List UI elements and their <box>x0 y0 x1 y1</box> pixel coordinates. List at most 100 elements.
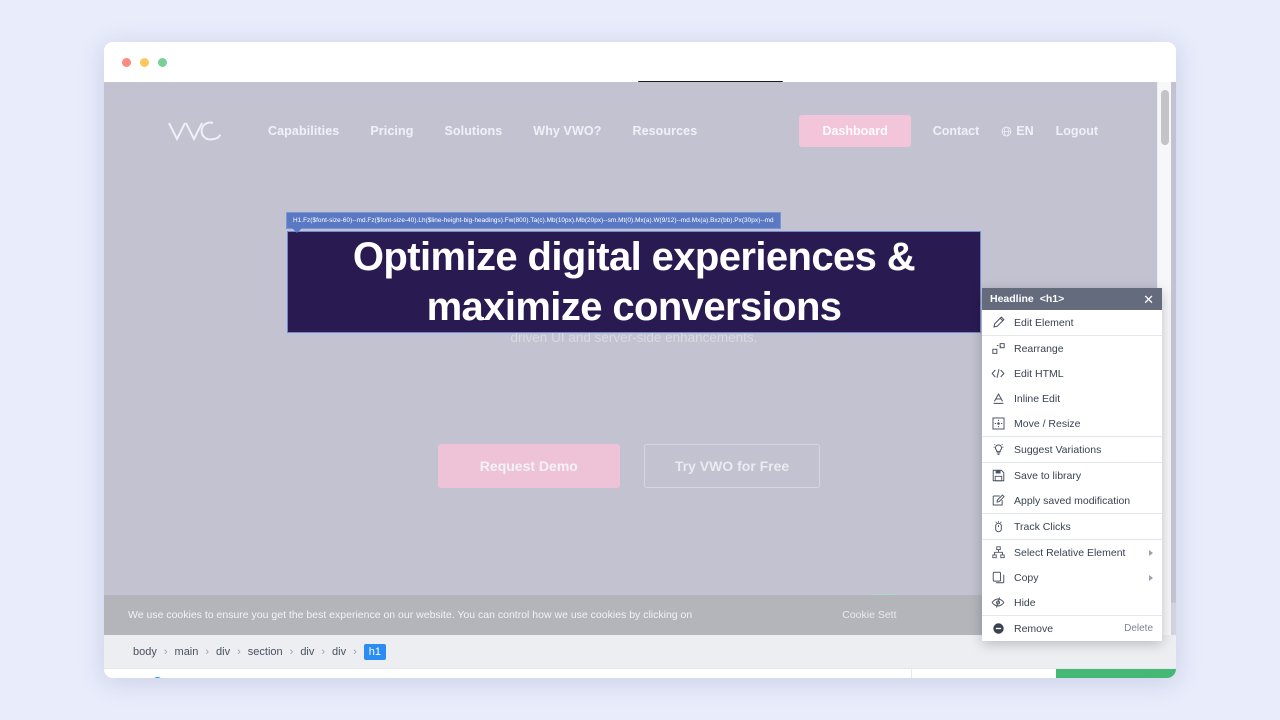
help-button[interactable]: HELP <box>633 669 685 679</box>
request-demo-button[interactable]: Request Demo <box>437 444 620 488</box>
lightbulb-icon <box>991 443 1005 457</box>
headline-line-2: maximize conversions <box>426 285 842 329</box>
nav-link-why-vwo[interactable]: Why VWO? <box>533 124 601 138</box>
breadcrumb-item-div-3[interactable]: div <box>325 646 353 658</box>
nav-link-logout[interactable]: Logout <box>1056 124 1098 138</box>
menu-item-remove[interactable]: Remove Delete <box>982 616 1162 641</box>
save-and-continue-button[interactable]: SAVE AND CONTINUE <box>1055 669 1176 678</box>
menu-item-track-clicks[interactable]: Track Clicks <box>982 514 1162 539</box>
menu-item-copy[interactable]: Copy <box>982 565 1162 590</box>
undo-button[interactable]: UNDO <box>218 669 258 679</box>
text-underline-icon <box>991 392 1005 406</box>
undo-arrow-icon <box>230 678 246 679</box>
pencil-icon <box>991 316 1005 330</box>
window-minimize-dot[interactable] <box>140 57 149 67</box>
redo-arrow-icon <box>270 678 286 679</box>
menu-item-label: Copy <box>1014 571 1039 584</box>
gear-icon <box>539 678 554 679</box>
breadcrumb-item-body[interactable]: body <box>126 646 164 658</box>
desktop-device-button[interactable]: DESKTOP <box>355 669 413 679</box>
chevron-left-icon[interactable] <box>104 669 143 678</box>
chevron-right-icon <box>1149 549 1153 556</box>
dashboard-button[interactable]: Dashboard <box>799 115 911 147</box>
window-maximize-dot[interactable] <box>158 57 167 67</box>
menu-item-label: Inline Edit <box>1014 392 1061 405</box>
breadcrumb-item-div-1[interactable]: div <box>209 646 237 658</box>
mode-toggle-group: DESIGN NAVIGATE <box>143 669 218 678</box>
menu-item-hide[interactable]: Hide <box>982 590 1162 615</box>
mode-option-design[interactable]: DESIGN <box>147 674 218 678</box>
breadcrumb-separator: › <box>353 645 357 658</box>
main-tool-group: DESKTOP CODE HISTORY SETTINGS <box>355 669 685 678</box>
try-vwo-free-button[interactable]: Try VWO for Free <box>643 444 821 488</box>
redo-button[interactable]: REDO <box>258 669 298 679</box>
menu-item-label: Move / Resize <box>1014 417 1081 430</box>
menu-item-label: Suggest Variations <box>1014 443 1102 456</box>
radio-design[interactable] <box>152 676 163 678</box>
cookie-settings-link[interactable]: Cookie Sett <box>842 609 896 621</box>
language-label: EN <box>1016 124 1034 138</box>
code-icon <box>991 367 1005 381</box>
nav-link-capabilities[interactable]: Capabilities <box>268 124 339 138</box>
nav-link-contact[interactable]: Contact <box>933 124 980 138</box>
nav-links-group: Capabilities Pricing Solutions Why VWO? … <box>268 124 697 138</box>
save-icon <box>312 678 325 679</box>
language-selector[interactable]: EN <box>1001 124 1034 138</box>
menu-item-move-resize[interactable]: Move / Resize <box>982 411 1162 436</box>
menu-item-rearrange[interactable]: Rearrange <box>982 336 1162 361</box>
menu-item-suggest-variations[interactable]: Suggest Variations <box>982 437 1162 462</box>
menu-item-label: Edit Element <box>1014 316 1074 329</box>
window-close-dot[interactable] <box>122 57 131 67</box>
menu-item-inline-edit[interactable]: Inline Edit <box>982 386 1162 411</box>
breadcrumb-item-div-2[interactable]: div <box>293 646 321 658</box>
code-brackets-icon <box>431 678 448 679</box>
hierarchy-icon <box>991 546 1005 560</box>
menu-item-label: Remove <box>1014 622 1054 635</box>
menu-item-edit-element[interactable]: Edit Element <box>982 310 1162 335</box>
element-context-menu: Headline <h1> ✕ Edit Element Rearrange E… <box>982 288 1162 641</box>
globe-icon <box>1001 126 1012 136</box>
menu-item-select-relative-element[interactable]: Select Relative Element <box>982 540 1162 565</box>
cookie-banner-text: We use cookies to ensure you get the bes… <box>128 609 693 621</box>
preview-scrollbar-thumb[interactable] <box>1161 90 1169 145</box>
nav-right-group: Dashboard Contact EN Logout <box>799 115 1098 147</box>
library-grid-icon <box>596 678 612 679</box>
selected-headline-element[interactable]: Optimize digital experiences & maximize … <box>287 231 981 333</box>
menu-item-label: Edit HTML <box>1014 367 1064 380</box>
code-button[interactable]: CODE <box>413 669 465 679</box>
editor-bottom-toolbar: DESIGN NAVIGATE UNDO REDO <box>104 668 1176 678</box>
mode-label-design: DESIGN <box>169 677 203 678</box>
menu-item-label: Track Clicks <box>1014 520 1071 533</box>
vwo-logo-icon[interactable] <box>166 118 224 144</box>
minus-circle-icon <box>991 622 1005 636</box>
menu-item-apply-saved-modification[interactable]: Apply saved modification <box>982 488 1162 513</box>
context-menu-header: Headline <h1> ✕ <box>982 288 1162 310</box>
headline-line-1: Optimize digital experiences & <box>352 235 916 279</box>
menu-item-edit-html[interactable]: Edit HTML <box>982 361 1162 386</box>
chevron-right-icon <box>1149 574 1153 581</box>
menu-item-label: Apply saved modification <box>1014 494 1131 507</box>
breadcrumb-item-section[interactable]: section <box>241 646 290 658</box>
history-clock-icon <box>484 678 499 679</box>
save-button[interactable]: SAVE <box>298 669 338 679</box>
nav-link-resources[interactable]: Resources <box>632 124 697 138</box>
menu-item-save-to-library[interactable]: Save to library <box>982 463 1162 488</box>
goals-dropdown-button[interactable]: GOALS <box>816 669 911 678</box>
nav-link-pricing[interactable]: Pricing <box>370 124 413 138</box>
floppy-disk-icon <box>991 469 1005 483</box>
move-resize-icon <box>991 417 1005 431</box>
nav-link-solutions[interactable]: Solutions <box>444 124 502 138</box>
browser-window: Capabilities Pricing Solutions Why VWO? … <box>104 42 1176 678</box>
site-navigation: Capabilities Pricing Solutions Why VWO? … <box>104 110 1154 152</box>
menu-item-label: Select Relative Element <box>1014 546 1126 559</box>
history-button[interactable]: HISTORY <box>465 669 517 679</box>
rearrange-icon <box>991 342 1005 356</box>
close-icon[interactable]: ✕ <box>1143 293 1154 306</box>
breadcrumb-item-main[interactable]: main <box>168 646 206 658</box>
library-button[interactable]: LIBRARY <box>575 669 633 679</box>
settings-button[interactable]: SETTINGS <box>517 669 575 679</box>
breadcrumb-item-h1-active[interactable]: h1 <box>363 643 387 660</box>
menu-item-label: Save to library <box>1014 469 1082 482</box>
copy-icon <box>991 571 1005 585</box>
variations-dropdown-button[interactable]: VARIATIONS (2) <box>910 669 1056 678</box>
